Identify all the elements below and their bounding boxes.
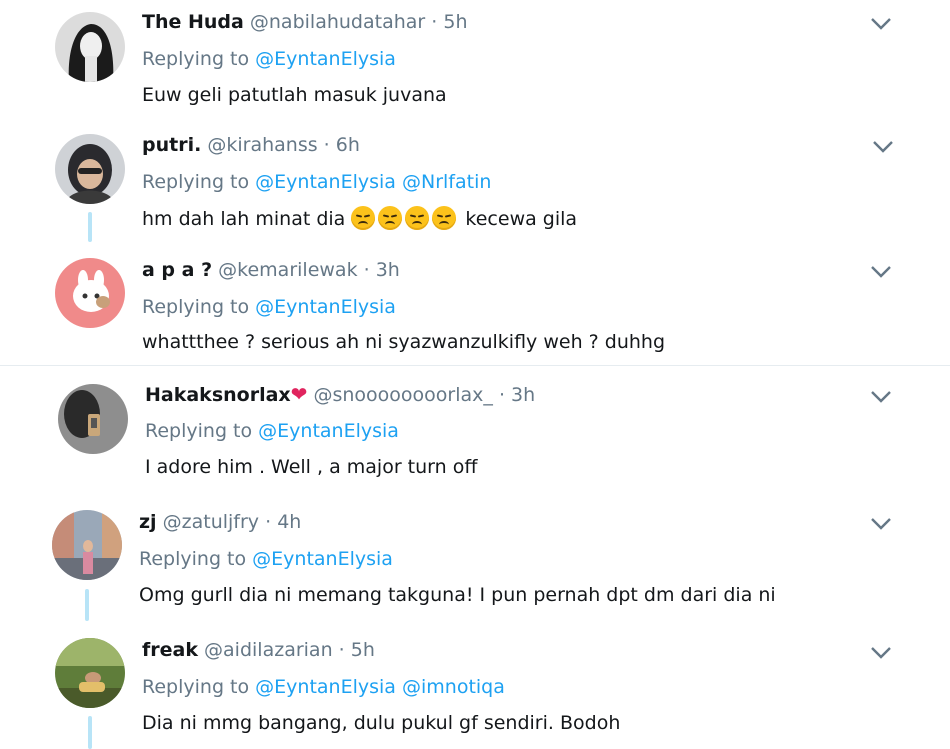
tweet-6[interactable]: freak @aidilazarian · 5h Replying to @Ey… [0,622,950,749]
timestamp[interactable]: 3h [376,259,400,281]
separator-dot: · [498,384,505,406]
display-name[interactable]: zj [139,511,157,533]
display-name[interactable]: Hakaksnorlax [145,384,291,406]
tweet-header: putri. @kirahanss · 6h [142,133,360,157]
chevron-down-icon[interactable] [870,517,892,531]
mention-link[interactable]: @EyntanElysia [255,296,396,318]
disappointed-face-emoji [405,206,430,230]
thread-line [88,716,92,749]
timestamp[interactable]: 3h [511,384,535,406]
tweet-3[interactable]: a p a ? @kemarilewak · 3h Replying to @E… [0,245,950,365]
tweet-header: a p a ? @kemarilewak · 3h [142,258,400,282]
user-handle[interactable]: @nabilahudatahar [250,11,425,33]
chevron-down-icon[interactable] [870,390,892,404]
tweet-header: Hakaksnorlax❤ @snoooooooorlax_ · 3h [145,382,535,407]
replying-to: Replying to @EyntanElysia [139,548,393,570]
replying-to: Replying to @EyntanElysia @imnotiqa [142,676,505,698]
timestamp[interactable]: 5h [351,639,375,661]
chevron-down-icon[interactable] [870,646,892,660]
avatar[interactable] [55,12,125,82]
chevron-down-icon[interactable] [870,17,892,31]
disappointed-face-emoji [378,206,403,230]
mention-link[interactable]: @EyntanElysia [258,420,399,442]
tweet-text: whattthee ? serious ah ni syazwanzulkifl… [142,331,666,353]
user-handle[interactable]: @kirahanss [207,134,317,156]
tweet-header: zj @zatuljfry · 4h [139,510,301,534]
tweet-2[interactable]: putri. @kirahanss · 6h Replying to @Eynt… [0,120,950,245]
user-handle[interactable]: @aidilazarian [204,639,333,661]
replying-to: Replying to @EyntanElysia [142,296,396,318]
user-handle[interactable]: @snoooooooorlax_ [313,384,492,406]
chevron-down-icon[interactable] [870,265,892,279]
mention-link[interactable]: @imnotiqa [402,676,505,698]
heart-icon: ❤ [290,382,308,406]
tweet-4[interactable]: Hakaksnorlax❤ @snoooooooorlax_ · 3h Repl… [0,366,950,492]
mention-link[interactable]: @EyntanElysia [252,548,393,570]
user-handle[interactable]: @kemarilewak [218,259,357,281]
tweet-5[interactable]: zj @zatuljfry · 4h Replying to @EyntanEl… [0,492,950,622]
avatar[interactable] [52,510,122,580]
separator-dot: · [323,134,330,156]
avatar[interactable] [55,134,125,204]
chevron-down-icon[interactable] [872,140,894,154]
thread-line [88,212,92,242]
tweet-text: I adore him . Well , a major turn off [145,456,478,478]
tweet-1[interactable]: The Huda @nabilahudatahar · 5h Replying … [0,0,950,120]
mention-link[interactable]: @EyntanElysia [255,676,396,698]
separator-dot: · [265,511,272,533]
avatar[interactable] [58,384,128,454]
disappointed-face-emoji [432,206,457,230]
mention-link[interactable]: @Nrlfatin [402,171,491,193]
timestamp[interactable]: 5h [443,11,467,33]
tweet-header: The Huda @nabilahudatahar · 5h [142,10,468,34]
display-name[interactable]: a p a ? [142,259,212,281]
tweet-text: Dia ni mmg bangang, dulu pukul gf sendir… [142,712,621,734]
disappointed-face-emoji [351,206,376,230]
replying-to: Replying to @EyntanElysia @Nrlfatin [142,171,492,193]
user-handle[interactable]: @zatuljfry [163,511,259,533]
mention-link[interactable]: @EyntanElysia [255,171,396,193]
mention-link[interactable]: @EyntanElysia [255,48,396,70]
display-name[interactable]: putri. [142,134,201,156]
display-name[interactable]: freak [142,639,198,661]
tweet-text: Omg gurll dia ni memang takguna! I pun p… [139,584,776,606]
avatar[interactable] [55,258,125,328]
timestamp[interactable]: 6h [336,134,360,156]
separator-dot: · [363,259,370,281]
tweet-text: Euw geli patutlah masuk juvana [142,84,447,106]
tweet-header: freak @aidilazarian · 5h [142,638,375,662]
avatar[interactable] [55,638,125,708]
separator-dot: · [338,639,345,661]
thread-line [85,589,89,621]
replying-to: Replying to @EyntanElysia [145,420,399,442]
separator-dot: · [431,11,438,33]
display-name[interactable]: The Huda [142,11,244,33]
timestamp[interactable]: 4h [277,511,301,533]
replying-to: Replying to @EyntanElysia [142,48,396,70]
tweet-text: hm dah lah minat dia kecewa gila [142,206,578,230]
